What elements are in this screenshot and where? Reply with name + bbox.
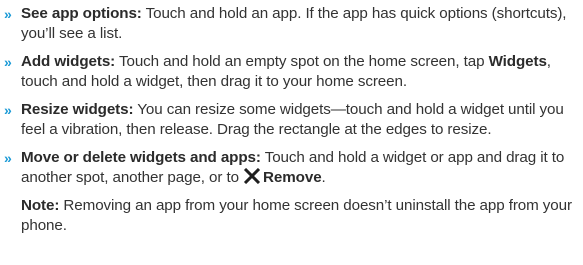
item-title: See app options: xyxy=(21,5,142,22)
note-paragraph: Note: Removing an app from your home scr… xyxy=(0,196,583,236)
bullet-marker: » xyxy=(4,150,12,166)
item-end: . xyxy=(321,169,326,186)
list-item-resize-widgets: » Resize widgets: You can resize some wi… xyxy=(0,100,583,140)
item-title: Resize widgets: xyxy=(21,101,134,118)
note-text: Removing an app from your home screen do… xyxy=(21,197,572,234)
list-item-move-or-delete: » Move or delete widgets and apps: Touch… xyxy=(0,148,583,188)
item-title: Add widgets: xyxy=(21,53,116,70)
bullet-marker: » xyxy=(4,102,12,118)
list-item-add-widgets: » Add widgets: Touch and hold an empty s… xyxy=(0,52,583,92)
note-label: Note: xyxy=(21,197,60,214)
item-text: Touch and hold an empty spot on the home… xyxy=(115,53,489,70)
item-title: Move or delete widgets and apps: xyxy=(21,149,261,166)
remove-label: Remove xyxy=(263,169,322,186)
close-x-icon xyxy=(243,168,261,184)
list-item-see-app-options: » See app options: Touch and hold an app… xyxy=(0,4,583,44)
bullet-marker: » xyxy=(4,54,12,70)
bullet-marker: » xyxy=(4,6,12,22)
instruction-list: » See app options: Touch and hold an app… xyxy=(0,4,583,188)
widgets-term: Widgets xyxy=(488,53,547,70)
instructions-page: » See app options: Touch and hold an app… xyxy=(0,0,583,265)
